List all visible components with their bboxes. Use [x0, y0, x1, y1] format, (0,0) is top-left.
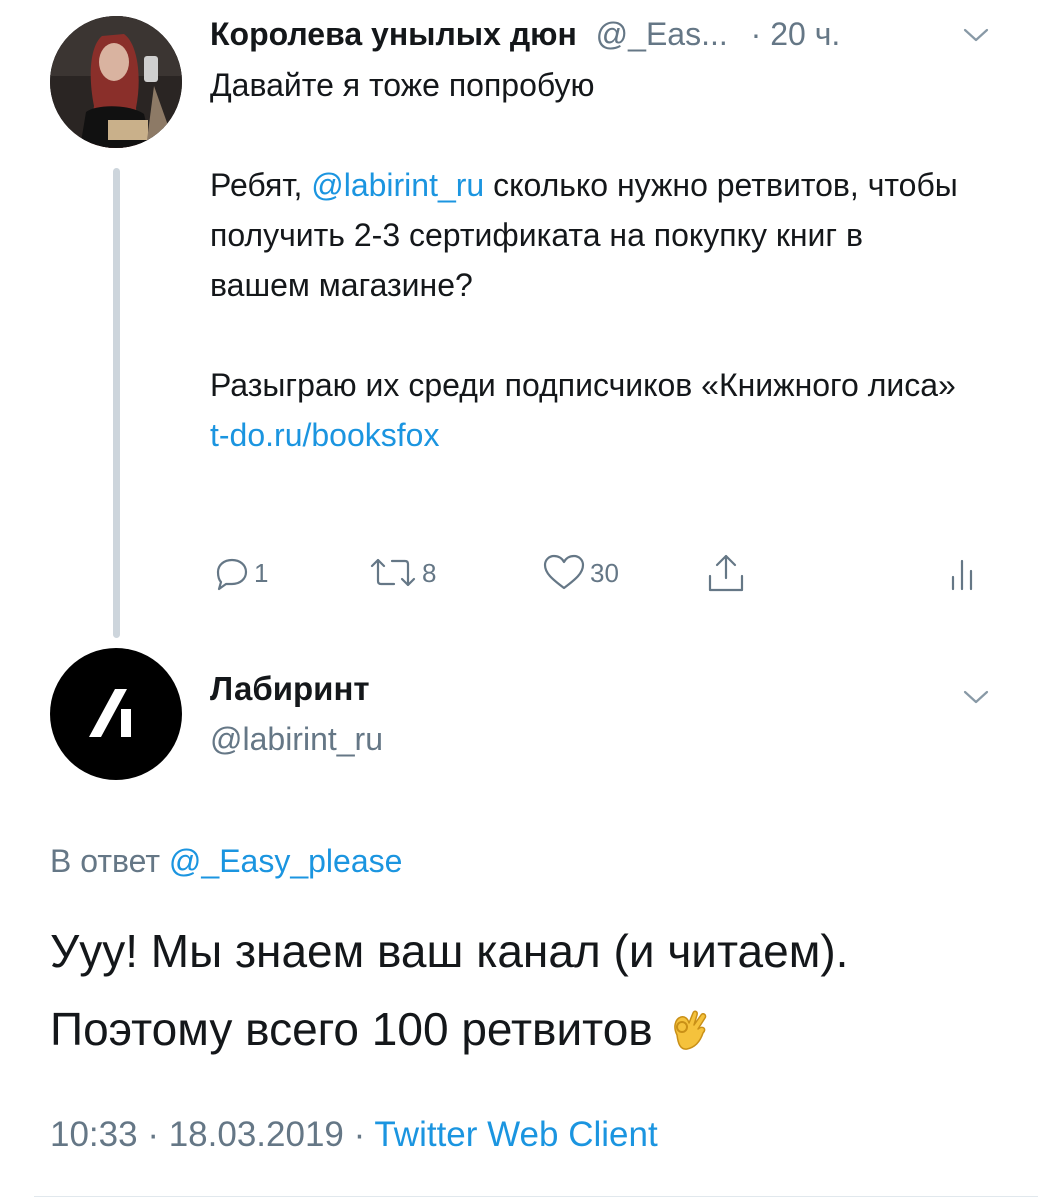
text-fragment: Ребят,	[210, 167, 312, 203]
tweet-time[interactable]: 10:33	[50, 1115, 138, 1154]
tweet-header: Королева унылых дюн @_Eas... · 20 ч.	[210, 10, 1000, 58]
url-link[interactable]: t-do.ru/booksfox	[210, 417, 439, 453]
reply-text: Ууу! Мы знаем ваш канал (и читаем). Поэт…	[50, 912, 1010, 1068]
author-avatar[interactable]	[50, 16, 182, 148]
like-button[interactable]: 30	[542, 548, 619, 598]
tweet-time[interactable]: 20 ч.	[770, 16, 840, 52]
chevron-down-icon[interactable]	[962, 26, 990, 44]
source-client-link[interactable]: Twitter Web Client	[374, 1115, 657, 1154]
retweet-button[interactable]: 8	[368, 548, 436, 598]
reply-context: В ответ @_Easy_please	[50, 838, 402, 884]
separator-dot: ·	[137, 1115, 169, 1154]
divider	[34, 1196, 1038, 1197]
author-name[interactable]: Лабиринт	[210, 666, 370, 712]
reply-count: 1	[254, 557, 269, 588]
heart-icon	[543, 554, 585, 590]
analytics-icon	[951, 559, 973, 591]
tweet-paragraph: Разыграю их среди подписчиков «Книжного …	[210, 360, 970, 460]
labirint-avatar[interactable]	[50, 648, 182, 780]
author-handle[interactable]: @labirint_ru	[210, 716, 383, 762]
reply-mention-link[interactable]: @_Easy_please	[169, 843, 403, 879]
text-fragment: Поэтому всего 100 ретвитов	[50, 1003, 653, 1055]
tweet-paragraph: Ребят, @labirint_ru сколько нужно ретвит…	[210, 160, 970, 310]
avatar-photo	[50, 16, 182, 148]
tweet-date[interactable]: 18.03.2019	[169, 1115, 344, 1154]
ok-hand-emoji-icon	[673, 1010, 706, 1050]
tweet-actions: 1 8 30	[210, 548, 990, 598]
share-button[interactable]	[706, 548, 746, 598]
reply-icon	[216, 558, 248, 591]
retweet-icon	[370, 558, 416, 587]
reply-line: Поэтому всего 100 ретвитов	[50, 990, 1010, 1068]
tweet-meta: 10:33 · 18.03.2019 · Twitter Web Client	[50, 1110, 658, 1160]
thread-connector-line	[113, 168, 120, 638]
analytics-button[interactable]	[948, 548, 978, 598]
tweet-text: Давайте я тоже попробую Ребят, @labirint…	[210, 60, 970, 460]
tweet-paragraph: Давайте я тоже попробую	[210, 67, 595, 103]
mention-link[interactable]: @labirint_ru	[311, 167, 484, 203]
reply-line: Ууу! Мы знаем ваш канал (и читаем).	[50, 925, 849, 977]
author-name[interactable]: Королева унылых дюн	[210, 16, 577, 52]
reply-button[interactable]: 1	[214, 548, 268, 598]
retweet-count: 8	[422, 557, 437, 588]
share-icon	[708, 554, 744, 592]
labirint-logo-icon	[89, 689, 131, 737]
reply-prefix: В ответ	[50, 843, 169, 879]
chevron-down-icon[interactable]	[962, 688, 990, 706]
separator-dot: ·	[343, 1115, 375, 1154]
separator-dot: ·	[750, 16, 762, 52]
author-handle[interactable]: @_Eas...	[596, 16, 728, 52]
text-fragment: Разыграю их среди подписчиков «Книжного …	[210, 367, 956, 403]
like-count: 30	[590, 557, 619, 588]
